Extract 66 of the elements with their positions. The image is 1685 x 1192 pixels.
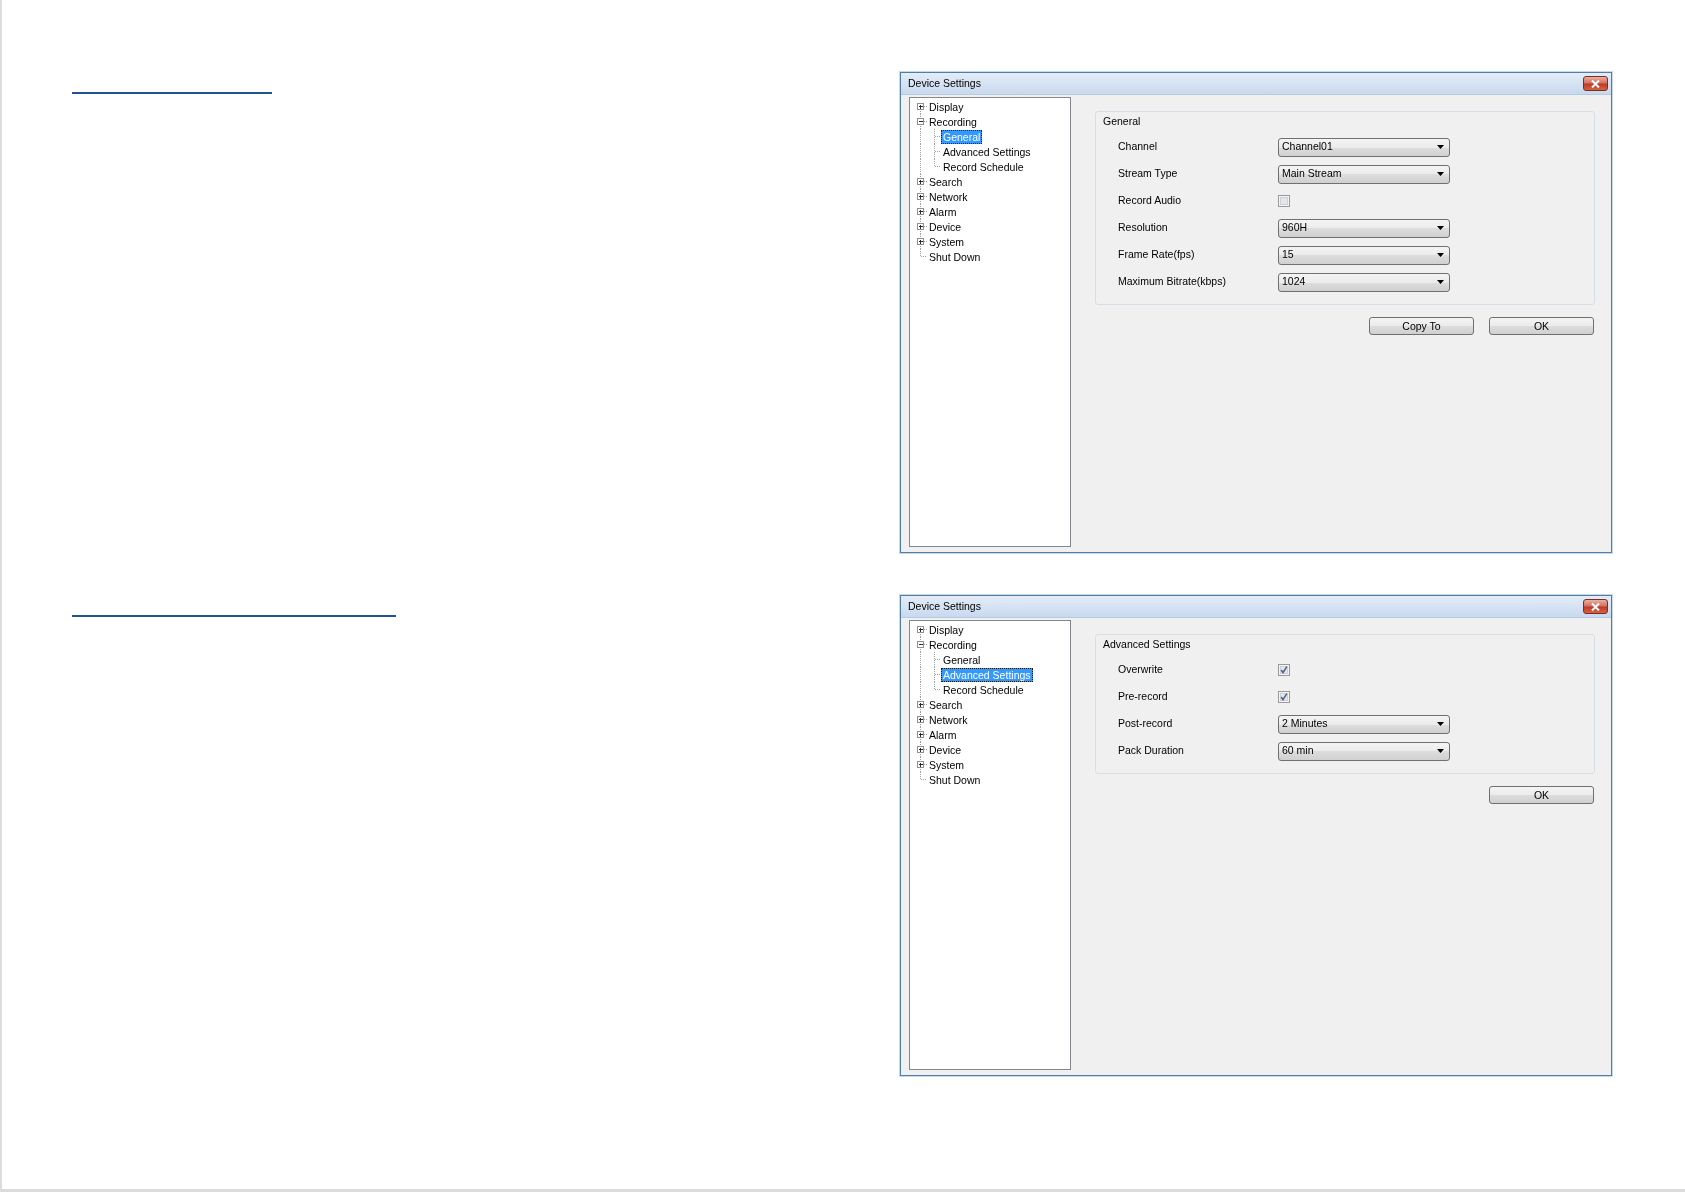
tree-item[interactable]: System [927, 234, 966, 249]
tree-item[interactable]: Display [927, 622, 966, 637]
tree-lines-icon [920, 249, 927, 257]
field-label: Pack Duration [1118, 743, 1185, 759]
dialog-button[interactable]: Copy To [1369, 316, 1474, 335]
caret-icon [1437, 145, 1444, 150]
tree-item[interactable]: Alarm [927, 727, 959, 742]
dropdown[interactable]: Channel01 [1278, 137, 1450, 157]
checkbox[interactable] [1278, 195, 1290, 208]
tree-item[interactable]: Record Schedule [941, 682, 1026, 697]
field-label: Post-record [1118, 716, 1174, 732]
dropdown[interactable]: 2 Minutes [1278, 714, 1450, 734]
tree-item[interactable]: Device [927, 219, 964, 234]
field-label: Frame Rate(fps) [1118, 247, 1196, 263]
dropdown[interactable]: 1024 [1278, 272, 1450, 292]
caret-icon [1437, 253, 1444, 258]
tree-item[interactable]: Record Schedule [941, 159, 1026, 174]
dropdown[interactable]: 60 min [1278, 741, 1450, 761]
tree-item[interactable]: Search [927, 174, 965, 189]
tree-lines-icon [920, 667, 941, 682]
tree-item[interactable]: Shut Down [927, 249, 983, 264]
caret-icon [1437, 172, 1444, 177]
tree-lines-icon [920, 159, 941, 174]
tree-item[interactable]: Advanced Settings [941, 144, 1033, 159]
field-label: Pre-record [1118, 689, 1169, 705]
dropdown[interactable]: 15 [1278, 245, 1450, 265]
field-label: Maximum Bitrate(kbps) [1118, 274, 1227, 290]
checkbox[interactable] [1278, 691, 1290, 704]
close-icon [1591, 79, 1600, 88]
window-title: Device Settings [908, 600, 981, 613]
tree-item[interactable]: Search [927, 697, 965, 712]
field-label: Resolution [1118, 220, 1169, 236]
close-button[interactable] [1583, 599, 1608, 614]
caret-icon [1437, 280, 1444, 285]
group-title: Advanced Settings [1103, 637, 1191, 651]
caret-icon [1437, 749, 1444, 754]
tree-item[interactable]: Recording [927, 114, 979, 129]
tree-item[interactable]: Device [927, 742, 964, 757]
group-title: General [1103, 114, 1141, 128]
tree-item[interactable]: General [941, 652, 983, 667]
tree-item[interactable]: Recording [927, 637, 979, 652]
dropdown[interactable]: 960H [1278, 218, 1450, 238]
checkbox[interactable] [1278, 664, 1290, 677]
field-label: Overwrite [1118, 662, 1164, 678]
close-button[interactable] [1583, 76, 1608, 91]
caret-icon [1437, 722, 1444, 727]
field-label: Channel [1118, 139, 1159, 155]
tree-item[interactable]: Alarm [927, 204, 959, 219]
tree-lines-icon [920, 652, 941, 667]
field-label: Record Audio [1118, 193, 1183, 209]
tree-item[interactable]: System [927, 757, 966, 772]
field-label: Stream Type [1118, 166, 1179, 182]
tree-item[interactable]: Network [927, 189, 970, 204]
dialog-button[interactable]: OK [1489, 785, 1594, 804]
tree-item[interactable]: Network [927, 712, 970, 727]
tree-lines-icon [920, 772, 927, 780]
dialog-button[interactable]: OK [1489, 316, 1594, 335]
tree-item[interactable]: Shut Down [927, 772, 983, 787]
close-icon [1591, 602, 1600, 611]
window-title: Device Settings [908, 77, 981, 90]
caret-icon [1437, 226, 1444, 231]
tree-item[interactable]: Display [927, 99, 966, 114]
tree-lines-icon [920, 129, 941, 144]
tree-lines-icon [920, 144, 941, 159]
dropdown[interactable]: Main Stream [1278, 164, 1450, 184]
tree-lines-icon [920, 682, 941, 697]
